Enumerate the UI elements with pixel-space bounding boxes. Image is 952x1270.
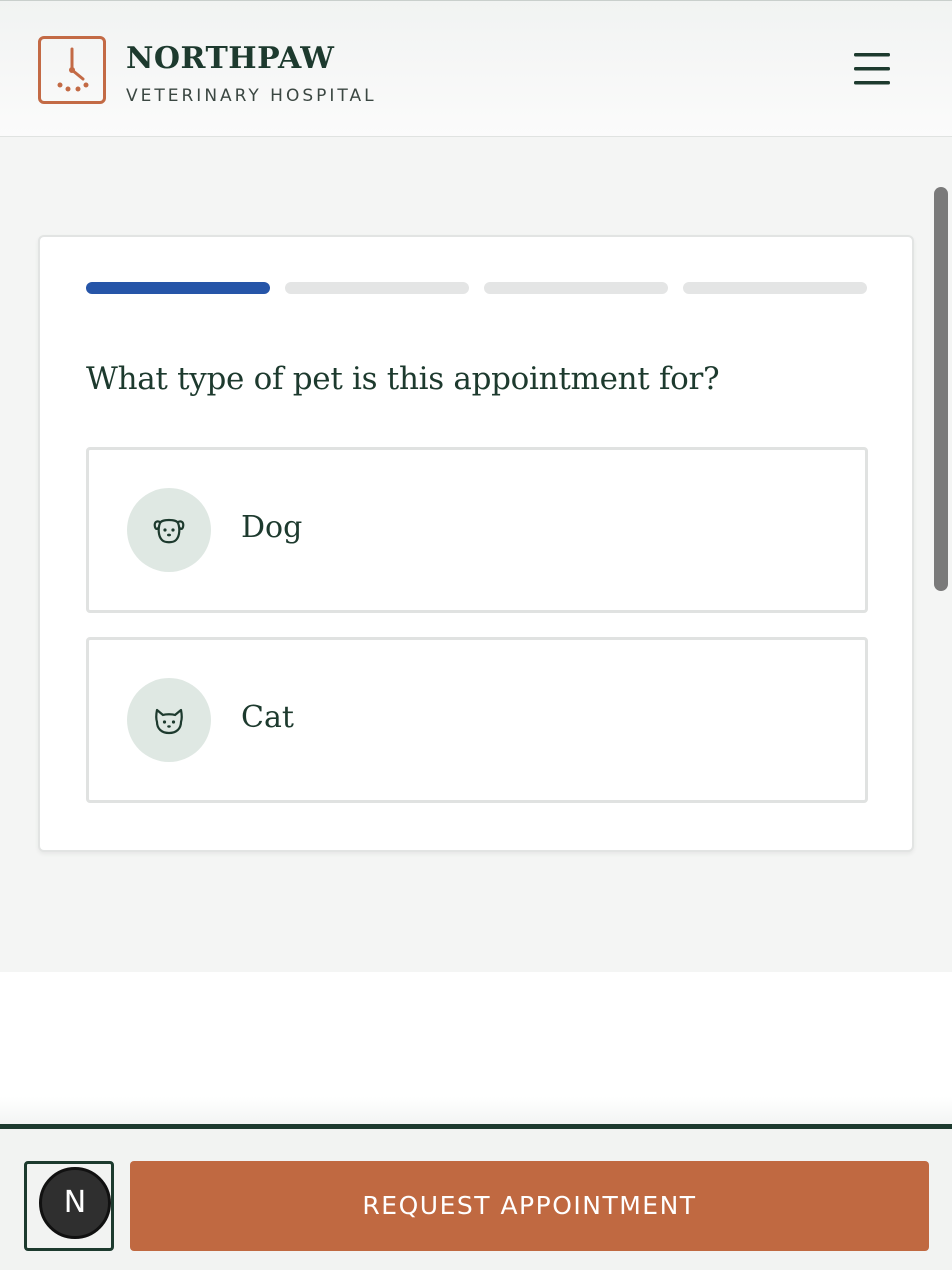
appointment-wizard-card: What type of pet is this appointment for… — [38, 235, 914, 852]
option-label-dog: Dog — [241, 510, 303, 545]
dog-icon — [127, 488, 211, 572]
hamburger-menu-icon[interactable] — [844, 45, 900, 93]
page-spacer — [0, 972, 952, 1128]
question-heading: What type of pet is this appointment for… — [86, 361, 720, 397]
cat-icon — [127, 678, 211, 762]
brand-name[interactable]: NORTHPAW — [126, 41, 334, 76]
option-dog[interactable]: Dog — [86, 447, 868, 613]
progress-step-4 — [683, 282, 867, 294]
option-label-cat: Cat — [241, 700, 294, 735]
progress-step-2 — [285, 282, 469, 294]
clock-logo-icon[interactable] — [38, 36, 106, 104]
scrollbar-thumb[interactable] — [934, 187, 948, 591]
n-badge-icon: N — [39, 1167, 111, 1239]
progress-step-3 — [484, 282, 668, 294]
brand-subtitle: VETERINARY HOSPITAL — [126, 86, 377, 106]
request-appointment-button[interactable]: REQUEST APPOINTMENT — [130, 1161, 929, 1251]
step-progress — [86, 282, 868, 296]
option-cat[interactable]: Cat — [86, 637, 868, 803]
site-header: NORTHPAW VETERINARY HOSPITAL — [0, 0, 952, 137]
n-badge-button[interactable]: N — [24, 1161, 114, 1251]
progress-step-1 — [86, 282, 270, 294]
sticky-footer-bar: N REQUEST APPOINTMENT — [0, 1124, 952, 1270]
